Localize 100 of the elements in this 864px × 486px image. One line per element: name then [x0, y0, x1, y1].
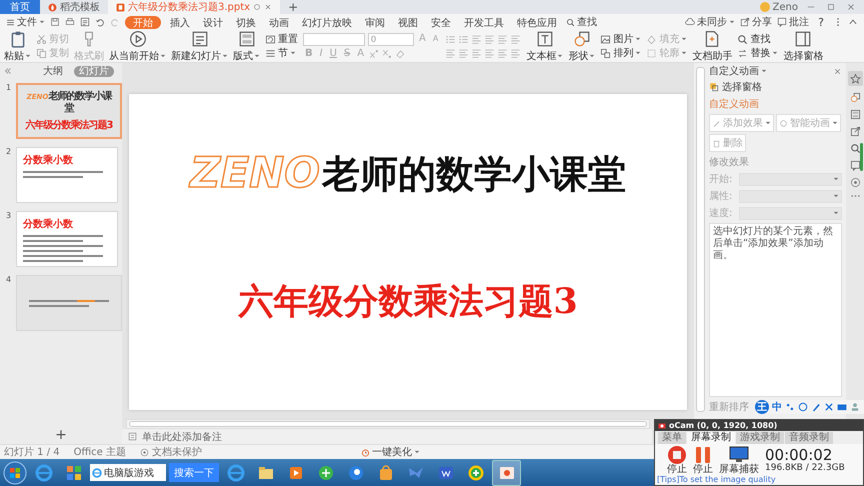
account-name[interactable]: Zeno: [770, 2, 806, 12]
start-button[interactable]: [3, 460, 27, 484]
browser-icon[interactable]: [34, 464, 52, 482]
ribbon-tab[interactable]: 动画: [265, 16, 293, 28]
search-icon[interactable]: [850, 143, 860, 154]
person-icon[interactable]: [850, 402, 860, 412]
recorder-tab[interactable]: 菜单: [658, 432, 686, 444]
bullet-list-icon[interactable]: [445, 34, 456, 44]
ribbon-button[interactable]: 粘贴: [4, 30, 31, 62]
protection-status[interactable]: 文档未保护: [140, 445, 202, 459]
slide-thumbnail[interactable]: [16, 275, 122, 331]
share-icon[interactable]: [850, 126, 860, 137]
maximize-icon[interactable]: [826, 2, 836, 12]
help-button[interactable]: ?: [814, 16, 828, 28]
recorder-tab[interactable]: 音频录制: [785, 432, 833, 444]
close-icon[interactable]: [846, 2, 856, 12]
text-direction-icon[interactable]: [510, 48, 522, 58]
ribbon-tab[interactable]: 安全: [427, 16, 455, 28]
recorder-button[interactable]: 停止: [693, 444, 713, 474]
horizontal-scrollbar[interactable]: [126, 419, 650, 429]
ribbon-button[interactable]: 版式: [233, 30, 260, 62]
preview-icon[interactable]: [80, 17, 90, 27]
browser-icon[interactable]: [226, 464, 244, 482]
indent-icon[interactable]: [484, 34, 496, 44]
input-mode-toggle[interactable]: 中: [772, 400, 782, 414]
more-icon[interactable]: [850, 194, 860, 198]
eraser-icon[interactable]: [395, 48, 406, 58]
ribbon-button[interactable]: 查找: [737, 32, 770, 46]
slide-thumbnail[interactable]: 分数乘小数: [16, 211, 118, 267]
tips-link[interactable]: [Tips]To set the image quality: [655, 475, 863, 485]
file-menu[interactable]: 文件: [6, 15, 45, 29]
ribbon-tab[interactable]: 视图: [394, 16, 422, 28]
align-right-icon[interactable]: [471, 48, 482, 58]
recorder-tab[interactable]: 屏幕录制: [687, 432, 735, 444]
ribbon-button[interactable]: 重置: [265, 32, 298, 46]
ribbon-button[interactable]: 文本框: [526, 30, 564, 62]
search-button[interactable]: 搜索一下: [169, 463, 219, 482]
align-left-icon[interactable]: [445, 48, 456, 58]
ribbon-button[interactable]: 节: [265, 46, 296, 60]
font-name-field[interactable]: [303, 32, 365, 46]
plus-icon[interactable]: [466, 464, 484, 482]
superscript-icon[interactable]: [369, 48, 380, 58]
ribbon-tab[interactable]: 开发工具: [460, 16, 508, 28]
document-tab[interactable]: 首页: [0, 0, 40, 14]
align-center-icon[interactable]: [458, 48, 470, 58]
recorder-button[interactable]: 屏幕捕获: [719, 444, 759, 474]
columns-icon[interactable]: [510, 34, 522, 44]
caret-icon[interactable]: [39, 20, 45, 24]
ribbon-button[interactable]: 替换: [737, 46, 778, 60]
target-icon[interactable]: [850, 177, 860, 188]
ribbon-tab[interactable]: 设计: [199, 16, 227, 28]
view-tab[interactable]: 大纲: [38, 66, 68, 76]
collapse-panel-icon[interactable]: [4, 67, 12, 75]
ribbon-tab[interactable]: 审阅: [361, 16, 389, 28]
recorder-tab[interactable]: 游戏录制: [736, 432, 784, 444]
recorder-button[interactable]: 停止: [667, 444, 687, 474]
ribbon-button[interactable]: 新建幻灯片: [171, 30, 228, 62]
sync-button[interactable]: 未同步: [685, 15, 736, 29]
tools-icon[interactable]: [824, 402, 834, 412]
select-pane-button[interactable]: 选择窗格: [709, 80, 842, 94]
pane-title-menu[interactable]: 自定义动画: [709, 64, 767, 78]
ribbon-button[interactable]: 从当前开始: [109, 30, 166, 62]
punctuation-icon[interactable]: [785, 402, 795, 412]
ribbon-button[interactable]: 图片: [600, 32, 642, 46]
star-icon[interactable]: [850, 73, 860, 84]
comment-icon[interactable]: [850, 160, 860, 171]
redo-icon[interactable]: [110, 17, 120, 27]
undo-icon[interactable]: [95, 17, 105, 27]
ribbon-button[interactable]: 形状: [568, 30, 596, 62]
app-grid-icon[interactable]: [64, 464, 82, 482]
ribbon-button[interactable]: 文档助手: [692, 30, 732, 62]
numbered-list-icon[interactable]: [458, 34, 470, 44]
layout-icon[interactable]: [850, 109, 860, 120]
pen-icon[interactable]: [811, 402, 821, 412]
justify-icon[interactable]: [484, 48, 496, 58]
search-field[interactable]: 电脑版游戏: [90, 464, 166, 481]
notes-field[interactable]: 单击此处添加备注: [122, 429, 652, 444]
input-method-logo[interactable]: 王: [755, 400, 769, 414]
line-spacing-icon[interactable]: [497, 34, 508, 44]
add-slide-button[interactable]: +: [55, 427, 67, 443]
shapes-icon[interactable]: [850, 92, 860, 103]
collapse-icon[interactable]: [848, 17, 858, 27]
share-button[interactable]: 分享: [740, 15, 772, 29]
close-icon[interactable]: [833, 66, 842, 76]
keyboard-icon[interactable]: [837, 402, 847, 412]
slide-thumbnail[interactable]: 分数乘小数: [16, 147, 118, 203]
ribbon-tab[interactable]: 插入: [166, 16, 194, 28]
document-tab[interactable]: 稻壳模板: [40, 0, 108, 14]
outdent-icon[interactable]: [471, 34, 482, 44]
vertical-scrollbar[interactable]: [696, 67, 705, 412]
ribbon-button[interactable]: 排列: [600, 46, 642, 60]
ribbon-tab[interactable]: 特色应用: [513, 16, 561, 28]
comment-button[interactable]: 批注: [777, 15, 810, 29]
distribute-icon[interactable]: [497, 48, 508, 58]
beautify-button[interactable]: 一键美化: [361, 445, 420, 459]
subscript-icon[interactable]: [382, 48, 392, 58]
ribbon-tab[interactable]: 幻灯片放映: [298, 16, 356, 28]
save-icon[interactable]: [50, 17, 60, 27]
ribbon-button[interactable]: 选择窗格: [783, 30, 824, 62]
print-icon[interactable]: [65, 17, 75, 27]
